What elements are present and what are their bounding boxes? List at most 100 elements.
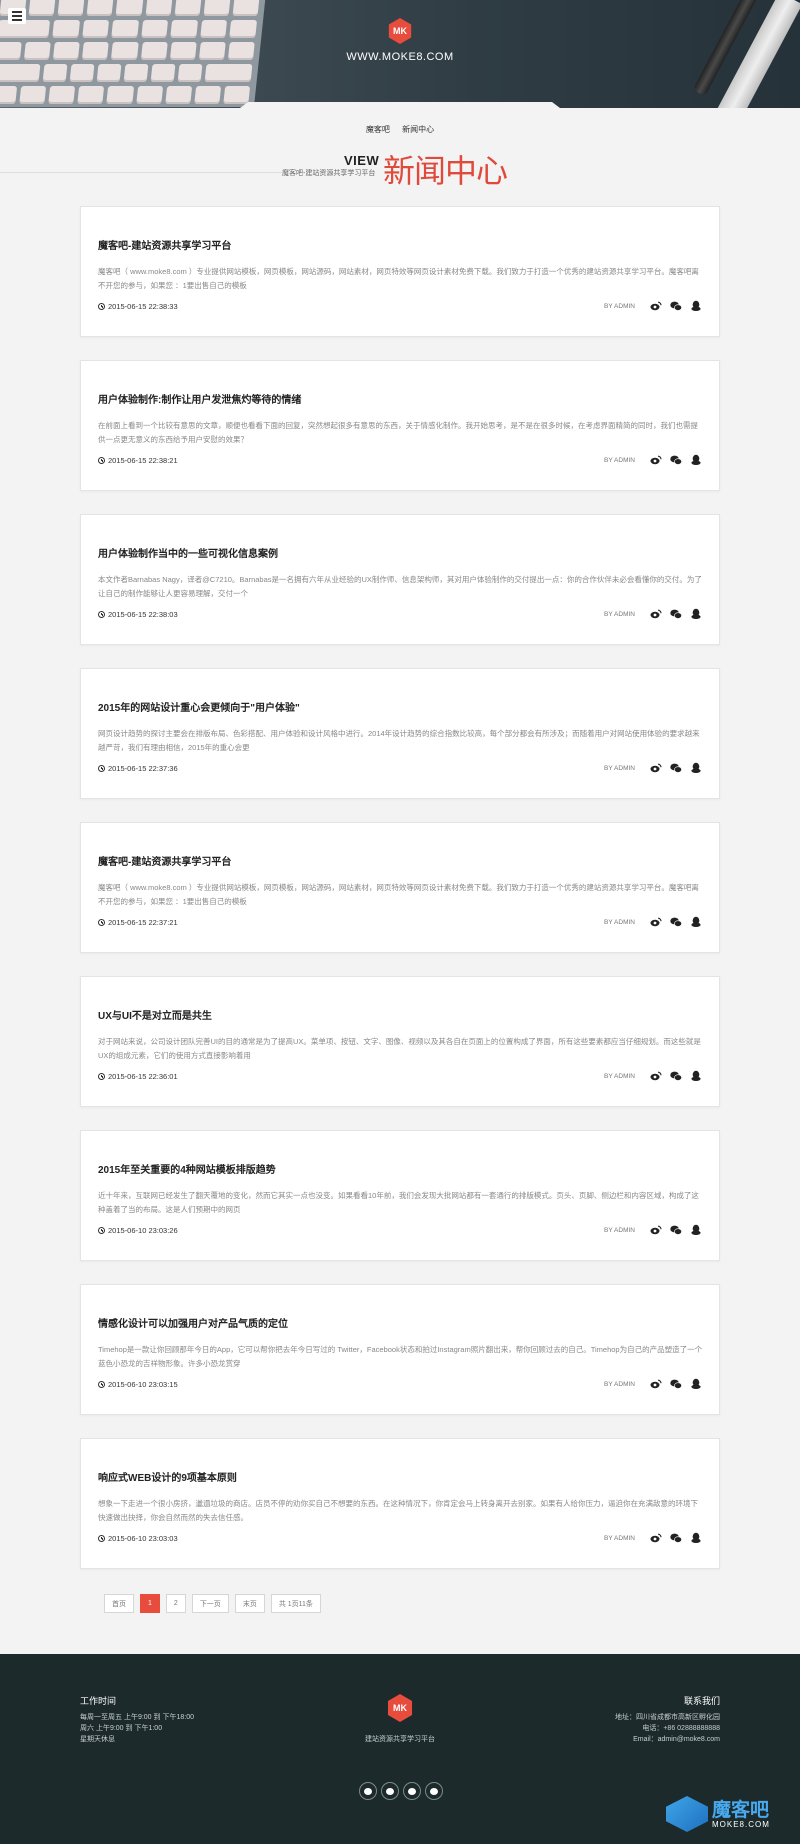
article-title[interactable]: 魔客吧-建站资源共享学习平台 xyxy=(98,237,231,252)
article-card[interactable]: UX与UI不是对立而是共生 对于网站来说，公司设计团队完善UI的目的通常是为了提高… xyxy=(80,976,720,1107)
article-card[interactable]: 2015年的网站设计重心会更倾向于"用户体验" 网页设计趋势的探讨主要会在排版布局… xyxy=(80,668,720,799)
wechat-icon[interactable] xyxy=(670,1377,682,1395)
article-card[interactable]: 魔客吧-建站资源共享学习平台魔客吧（ www.moke8.com ）专业提供网站… xyxy=(80,822,720,953)
page-1-button[interactable]: 1 xyxy=(140,1594,160,1613)
article-excerpt: Timehop是一款让你回顾那年今日的App，它可以帮你把去年今日写过的 Twi… xyxy=(98,1345,703,1368)
weibo-icon[interactable] xyxy=(650,453,662,471)
page-total-info: 共 1页11条 xyxy=(270,1594,321,1613)
article-title[interactable]: 2015年的网站设计重心会更倾向于"用户体验" xyxy=(98,699,300,714)
clock-icon xyxy=(98,1227,105,1234)
article-author: BY ADMIN xyxy=(604,765,635,772)
clock-icon xyxy=(98,611,105,618)
article-card[interactable]: 用户体验制作:制作让用户发泄焦灼等待的情绪 在前面上看到一个比较有意思的文章，顺便… xyxy=(80,360,720,491)
qq-icon[interactable] xyxy=(403,1782,421,1800)
article-date-text: 2015-06-15 22:38:21 xyxy=(108,456,178,465)
qq-icon[interactable] xyxy=(690,299,702,317)
page-next-button[interactable]: 下一页 xyxy=(191,1594,229,1613)
wechat-icon[interactable] xyxy=(670,453,682,471)
article-date: 2015-06-10 23:03:03 xyxy=(98,1534,178,1543)
wechat-icon[interactable] xyxy=(670,761,682,779)
qq-icon[interactable] xyxy=(690,761,702,779)
footer-contact-heading: 联系我们 xyxy=(683,1696,720,1706)
qq-icon[interactable] xyxy=(690,1531,702,1549)
weibo-icon[interactable] xyxy=(650,299,662,317)
clock-icon xyxy=(98,303,105,310)
qq-icon[interactable] xyxy=(690,607,702,625)
article-card[interactable]: 用户体验制作当中的一些可视化信息案例 本文作者Barnabas Nagy，译者@C… xyxy=(80,514,720,645)
article-author: BY ADMIN xyxy=(604,1227,635,1234)
weibo-icon[interactable] xyxy=(650,761,662,779)
breadcrumb: 魔客吧 新闻中心 xyxy=(0,124,800,135)
clock-icon xyxy=(98,1535,105,1542)
article-date: 2015-06-10 23:03:26 xyxy=(98,1226,178,1235)
share-icon[interactable] xyxy=(425,1782,443,1800)
footer-hours-heading: 工作时间 xyxy=(80,1696,117,1706)
clock-icon xyxy=(98,1381,105,1388)
article-author: BY ADMIN xyxy=(604,303,635,310)
article-date-text: 2015-06-15 22:37:21 xyxy=(108,918,178,927)
breadcrumb-home[interactable]: 魔客吧 xyxy=(366,125,390,134)
article-title[interactable]: 魔客吧-建站资源共享学习平台 xyxy=(98,853,231,868)
article-excerpt: 想象一下走进一个很小房挤，邋遢垃圾的商店。店员不停的劝你买自己不想要的东西。在这… xyxy=(98,1499,698,1522)
article-date-text: 2015-06-15 22:38:03 xyxy=(108,610,178,619)
wechat-icon[interactable] xyxy=(381,1782,399,1800)
qq-icon[interactable] xyxy=(690,1223,702,1241)
article-author: BY ADMIN xyxy=(604,1073,635,1080)
article-card[interactable]: 响应式WEB设计的9项基本原则想象一下走进一个很小房挤，邋遢垃圾的商店。店员不停… xyxy=(80,1438,720,1569)
article-date-text: 2015-06-10 23:03:03 xyxy=(108,1534,178,1543)
page-2-button[interactable]: 2 xyxy=(165,1594,186,1613)
article-date-text: 2015-06-10 23:03:15 xyxy=(108,1380,178,1389)
wechat-icon[interactable] xyxy=(670,915,682,933)
article-excerpt: 魔客吧（ www.moke8.com ）专业提供网站模板，网页模板，网站源码，网… xyxy=(98,883,699,906)
footer-hours-line: 周六 上午9:00 到 下午1:00 xyxy=(80,1725,163,1732)
wechat-icon[interactable] xyxy=(670,1531,682,1549)
weibo-icon[interactable] xyxy=(650,1377,662,1395)
article-date: 2015-06-15 22:37:36 xyxy=(98,764,178,773)
article-title[interactable]: UX与UI不是对立而是共生 xyxy=(98,1007,212,1022)
footer-social xyxy=(359,1782,443,1800)
wechat-icon[interactable] xyxy=(670,299,682,317)
footer-logo[interactable]: MK xyxy=(387,1694,413,1722)
footer-hours-line: 每周一至周五 上午9:00 到 下午18:00 xyxy=(80,1714,194,1721)
article-title[interactable]: 2015年至关重要的4种网站模板排版趋势 xyxy=(98,1161,276,1176)
qq-icon[interactable] xyxy=(690,1069,702,1087)
weibo-icon[interactable] xyxy=(650,1531,662,1549)
article-card[interactable]: 2015年至关重要的4种网站模板排版趋势近十年来，互联网已经发生了翻天覆地的变化… xyxy=(80,1130,720,1261)
menu-icon[interactable] xyxy=(8,8,26,24)
qq-icon[interactable] xyxy=(690,453,702,471)
article-card[interactable]: 情感化设计可以加强用户对产品气质的定位 Timehop是一款让你回顾那年今日的Ap… xyxy=(80,1284,720,1415)
wechat-icon[interactable] xyxy=(670,607,682,625)
article-title[interactable]: 用户体验制作:制作让用户发泄焦灼等待的情绪 xyxy=(98,391,301,406)
article-excerpt: 近十年来，互联网已经发生了翻天覆地的变化，然而它其实一点也没变。如果看看10年前… xyxy=(98,1191,699,1214)
share-icons xyxy=(650,915,702,933)
article-author: BY ADMIN xyxy=(604,1381,635,1388)
share-icons xyxy=(650,1223,702,1241)
article-excerpt: 网页设计趋势的探讨主要会在排版布局、色彩搭配、用户体验和设计风格中进行。2014… xyxy=(98,729,700,752)
weibo-icon[interactable] xyxy=(650,1223,662,1241)
weibo-icon[interactable] xyxy=(650,607,662,625)
weibo-icon[interactable] xyxy=(650,915,662,933)
article-title[interactable]: 响应式WEB设计的9项基本原则 xyxy=(98,1469,237,1484)
share-icons xyxy=(650,607,702,625)
wechat-icon[interactable] xyxy=(670,1223,682,1241)
pagination: 首页 1 2 下一页 末页 共 1页11条 xyxy=(104,1594,321,1613)
clock-icon xyxy=(98,1073,105,1080)
page-last-button[interactable]: 末页 xyxy=(234,1594,265,1613)
wechat-icon[interactable] xyxy=(670,1069,682,1087)
view-subtitle: 魔客吧-建站资源共享学习平台 xyxy=(282,170,376,177)
clock-icon xyxy=(98,765,105,772)
article-title[interactable]: 情感化设计可以加强用户对产品气质的定位 xyxy=(98,1315,288,1330)
qq-icon[interactable] xyxy=(690,915,702,933)
share-icons xyxy=(650,1377,702,1395)
footer-contact: 联系我们 地址：四川省成都市高新区孵化园 电话：+86 02888888888 … xyxy=(615,1696,720,1745)
qq-icon[interactable] xyxy=(690,1377,702,1395)
page-first-button[interactable]: 首页 xyxy=(104,1594,134,1613)
weibo-icon[interactable] xyxy=(359,1782,377,1800)
breadcrumb-current[interactable]: 新闻中心 xyxy=(402,125,434,134)
article-card[interactable]: 魔客吧-建站资源共享学习平台 魔客吧（ www.moke8.com ）专业提供网站… xyxy=(80,206,720,337)
article-title[interactable]: 用户体验制作当中的一些可视化信息案例 xyxy=(98,545,278,560)
weibo-icon[interactable] xyxy=(650,1069,662,1087)
article-date: 2015-06-10 23:03:15 xyxy=(98,1380,178,1389)
share-icons xyxy=(650,1069,702,1087)
title-divider xyxy=(0,172,282,173)
